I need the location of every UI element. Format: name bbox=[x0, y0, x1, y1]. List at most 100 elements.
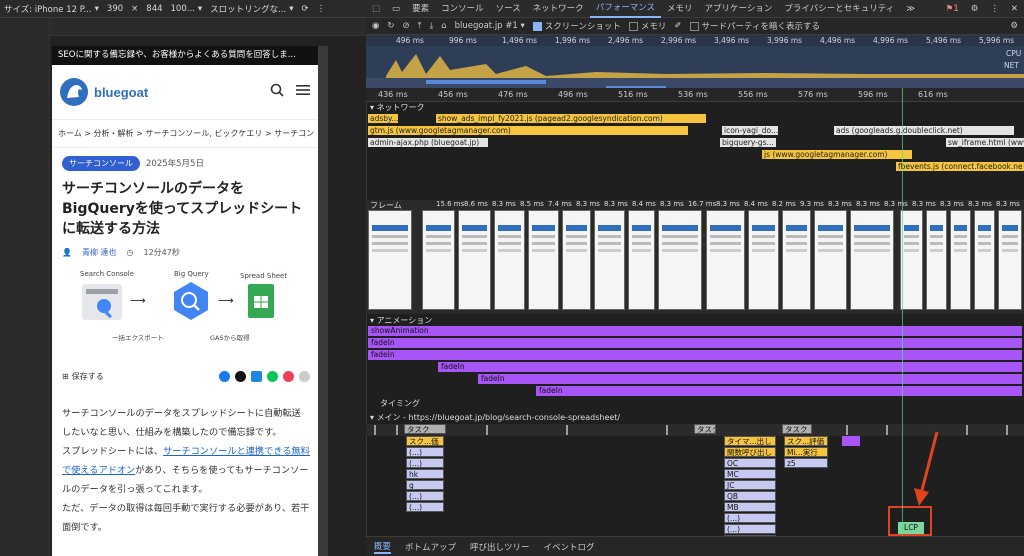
tab-bottom-up[interactable]: ボトムアップ bbox=[405, 541, 456, 553]
tab-event-log[interactable]: イベントログ bbox=[544, 541, 595, 553]
clear-icon[interactable]: ⊘ bbox=[403, 21, 410, 31]
issues-badge[interactable]: ⚑1 bbox=[940, 0, 965, 18]
frame-screenshot[interactable] bbox=[782, 210, 811, 310]
throttle-select[interactable]: スロットリングな... ▾ bbox=[210, 3, 293, 15]
flame-call[interactable]: 関数呼び出し bbox=[724, 447, 776, 457]
frame-screenshot[interactable] bbox=[628, 210, 655, 310]
flame-rendering[interactable] bbox=[842, 436, 860, 446]
frame-screenshot[interactable] bbox=[974, 210, 995, 310]
flame-call[interactable]: MC bbox=[724, 469, 776, 479]
broom-icon[interactable]: ✐ bbox=[674, 21, 681, 31]
network-request[interactable]: show_ads_impl_fy2021.js (pagead2.googles… bbox=[436, 114, 706, 123]
facebook-icon[interactable] bbox=[219, 370, 230, 382]
frame-time[interactable]: 8.3 ms bbox=[576, 200, 600, 208]
device-height-field[interactable]: 844 bbox=[146, 4, 162, 14]
timings-label[interactable]: タイミング bbox=[380, 398, 420, 409]
tab-application[interactable]: アプリケーション bbox=[699, 0, 779, 18]
save-button[interactable]: 保存する bbox=[72, 371, 104, 382]
main-thread-label[interactable]: ▾ メイン - https://bluegoat.jp/blog/search-… bbox=[370, 412, 620, 423]
flame-call[interactable]: MB bbox=[724, 502, 776, 512]
network-request[interactable]: icon-yagi_do... bbox=[722, 126, 778, 135]
profile-select[interactable]: bluegoat.jp #1 ▾ bbox=[455, 21, 525, 31]
tab-console[interactable]: コンソール bbox=[435, 0, 490, 18]
frame-screenshot[interactable] bbox=[950, 210, 971, 310]
frame-screenshot[interactable] bbox=[926, 210, 947, 310]
flame-call[interactable]: タイマ...出し bbox=[724, 436, 776, 446]
tab-memory[interactable]: メモリ bbox=[661, 0, 699, 18]
search-icon[interactable] bbox=[270, 83, 284, 101]
more-options-icon[interactable]: ⋮ bbox=[984, 0, 1005, 18]
tab-elements[interactable]: 要素 bbox=[406, 0, 435, 18]
frame-screenshot[interactable] bbox=[562, 210, 591, 310]
flame-call[interactable]: JC bbox=[724, 480, 776, 490]
flame-task[interactable]: タスク bbox=[782, 424, 812, 434]
frame-screenshot[interactable] bbox=[658, 210, 702, 310]
frame-screenshot[interactable] bbox=[422, 210, 455, 310]
home-icon[interactable]: ⌂ bbox=[441, 21, 446, 31]
line-icon[interactable] bbox=[267, 370, 278, 382]
frame-time[interactable]: 8.3 ms bbox=[604, 200, 628, 208]
frame-screenshot[interactable] bbox=[998, 210, 1022, 310]
site-banner[interactable]: SEOに関する備忘録や、お客様からよくある質問を回答しま... bbox=[52, 46, 318, 65]
device-toggle-icon[interactable]: ▭ bbox=[386, 0, 406, 18]
frame-screenshot[interactable] bbox=[850, 210, 894, 310]
frame-screenshot[interactable] bbox=[528, 210, 559, 310]
more-options-icon[interactable]: ⋮ bbox=[317, 4, 326, 14]
animation-event[interactable]: fadeIn bbox=[438, 362, 1022, 372]
frame-time[interactable]: 15.6 ms bbox=[436, 200, 464, 208]
flame-call[interactable]: (...) bbox=[406, 502, 444, 512]
flame-call[interactable]: (...) bbox=[724, 513, 776, 523]
frame-time[interactable]: 16.7 ms bbox=[688, 200, 716, 208]
inspect-icon[interactable]: ⬚ bbox=[366, 0, 386, 18]
frame-time[interactable]: 8.3 ms bbox=[940, 200, 964, 208]
rotate-icon[interactable]: ⟳ bbox=[302, 4, 309, 14]
flame-call[interactable]: (...) bbox=[406, 458, 444, 468]
hatena-icon[interactable] bbox=[251, 370, 262, 382]
frame-time[interactable]: 8.4 ms bbox=[632, 200, 656, 208]
animation-event[interactable]: fadeIn bbox=[368, 350, 1022, 360]
screenshot-checkbox[interactable]: スクリーンショット bbox=[532, 20, 621, 32]
tab-privacy-security[interactable]: プライバシーとセキュリティ bbox=[778, 0, 900, 18]
flame-call[interactable]: スク...評価 bbox=[784, 436, 828, 446]
frame-time[interactable]: 9.3 ms bbox=[800, 200, 824, 208]
device-select[interactable]: サイズ: iPhone 12 P... ▾ bbox=[4, 3, 99, 15]
settings-icon[interactable]: ⚙ bbox=[965, 0, 985, 18]
upload-icon[interactable]: ⤒ bbox=[418, 21, 422, 31]
frame-time[interactable]: 8.3 ms bbox=[716, 200, 740, 208]
frame-time[interactable]: 8.3 ms bbox=[968, 200, 992, 208]
flame-task[interactable]: タスク bbox=[694, 424, 716, 434]
network-request[interactable]: adsby... bbox=[368, 114, 398, 123]
animations-label[interactable]: ▾ アニメーション bbox=[370, 315, 432, 326]
flame-call[interactable]: QB bbox=[724, 491, 776, 501]
author-name[interactable]: 青柳 達也 bbox=[82, 247, 117, 258]
flame-call[interactable]: スク...価 bbox=[406, 436, 444, 446]
settings-icon[interactable]: ⚙ bbox=[1010, 21, 1018, 31]
animation-event[interactable]: showAnimation bbox=[368, 326, 1022, 336]
network-request[interactable]: bigquery-gs... bbox=[720, 138, 776, 147]
tab-call-tree[interactable]: 呼び出しツリー bbox=[470, 541, 530, 553]
frame-time[interactable]: 8.5 ms bbox=[520, 200, 544, 208]
category-badge[interactable]: サーチコンソール bbox=[62, 156, 140, 171]
bookmark-icon[interactable]: ⊞ bbox=[62, 372, 69, 381]
frame-screenshot[interactable] bbox=[814, 210, 847, 310]
network-request[interactable]: admin-ajax.php (bluegoat.jp) bbox=[368, 138, 488, 147]
flame-call[interactable]: hk bbox=[406, 469, 444, 479]
frame-screenshot[interactable] bbox=[594, 210, 625, 310]
frame-time[interactable]: 8.3 ms bbox=[856, 200, 880, 208]
flame-call[interactable]: g bbox=[406, 480, 444, 490]
record-icon[interactable]: ◉ bbox=[372, 21, 379, 31]
frame-time[interactable]: 8.6 ms bbox=[464, 200, 488, 208]
tab-summary[interactable]: 概要 bbox=[374, 540, 392, 554]
tab-performance[interactable]: パフォーマンス bbox=[589, 0, 662, 18]
flame-call[interactable]: (...) bbox=[406, 491, 444, 501]
frame-time[interactable]: 8.3 ms bbox=[660, 200, 684, 208]
tab-network[interactable]: ネットワーク bbox=[527, 0, 590, 18]
menu-icon[interactable] bbox=[296, 84, 310, 100]
pocket-icon[interactable] bbox=[283, 370, 294, 382]
breadcrumb[interactable]: ホーム > 分析・解析 > サーチコンソール, ビックケエリ > サーチコン bbox=[52, 120, 318, 148]
frame-time[interactable]: 8.3 ms bbox=[828, 200, 852, 208]
frame-time[interactable]: 8.2 ms bbox=[772, 200, 796, 208]
frame-screenshot[interactable] bbox=[368, 210, 412, 310]
flame-call[interactable]: z5 bbox=[784, 458, 828, 468]
frame-time[interactable]: 8.3 ms bbox=[912, 200, 936, 208]
